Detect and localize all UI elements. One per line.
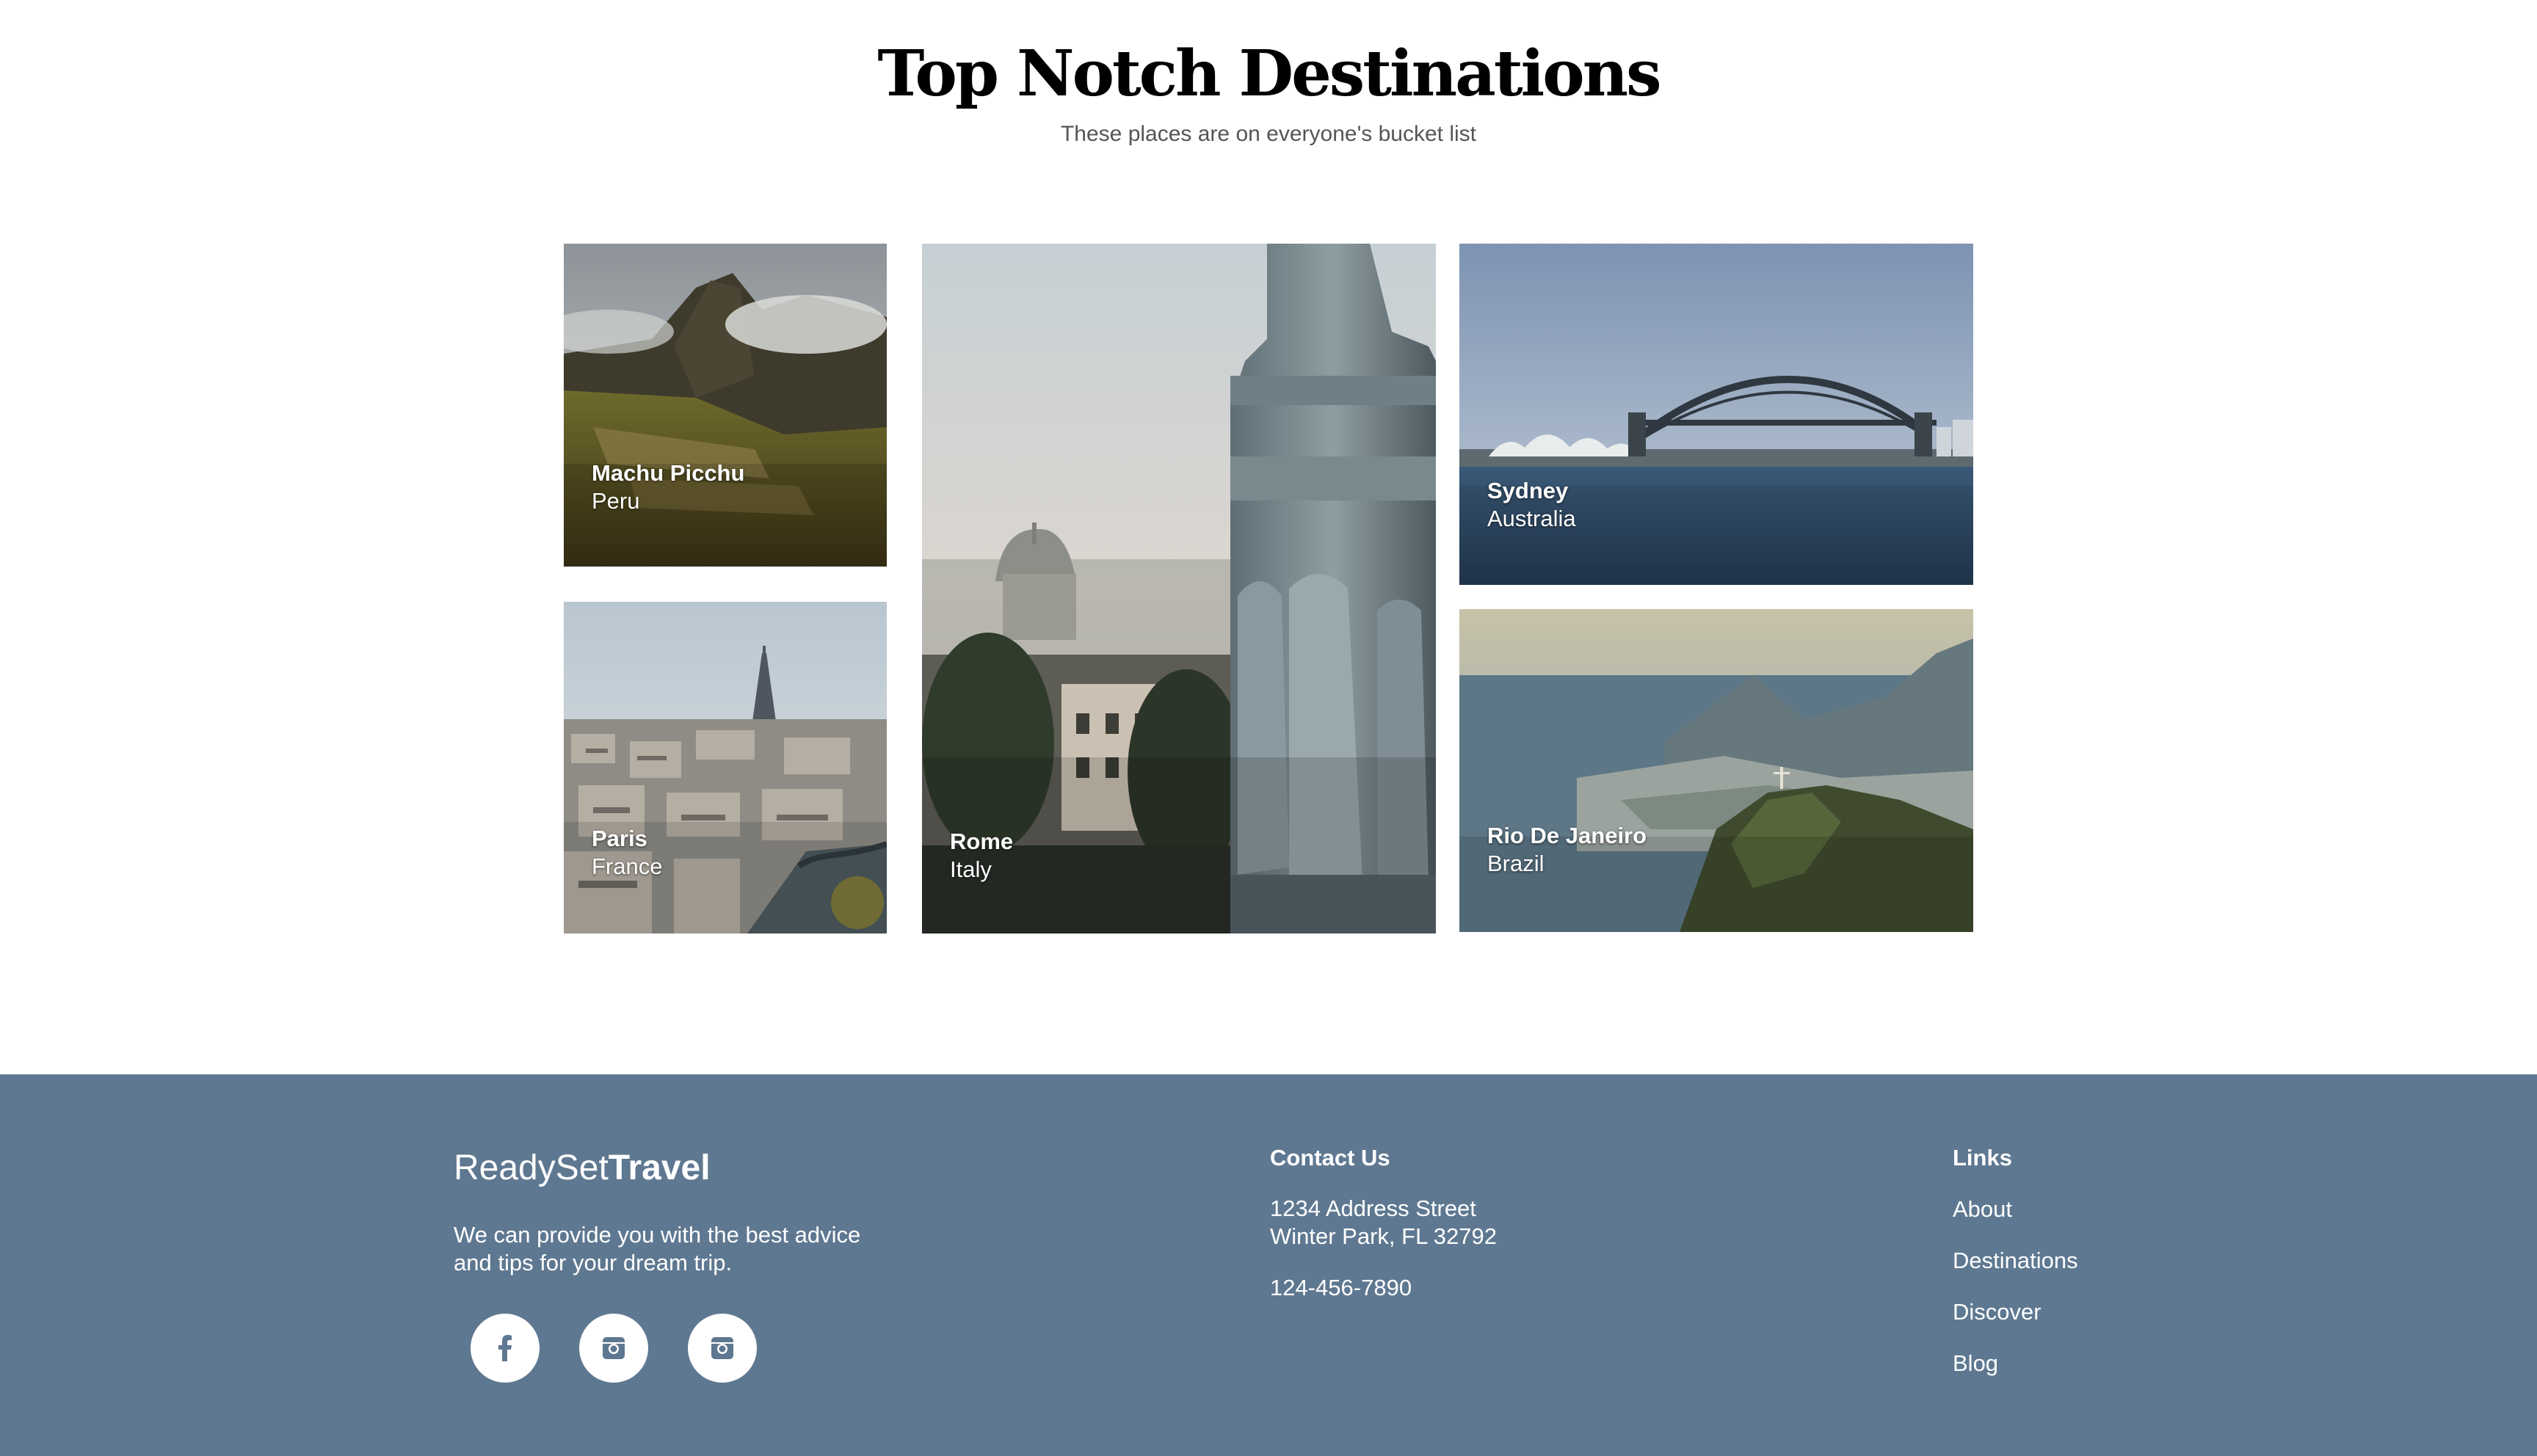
- destination-card-rio-de-janeiro[interactable]: Rio De Janeiro Brazil: [1459, 609, 1973, 932]
- destination-label: Paris France: [592, 825, 662, 881]
- footer-link-destinations[interactable]: Destinations: [1953, 1249, 2078, 1272]
- instagram-button[interactable]: [579, 1314, 648, 1383]
- brand-light: ReadySet: [454, 1149, 609, 1187]
- destination-country: France: [592, 853, 663, 879]
- contact-heading: Contact Us: [1270, 1145, 1390, 1171]
- footer-tagline: We can provide you with the best advice …: [454, 1222, 861, 1275]
- footer-link-discover[interactable]: Discover: [1953, 1300, 2041, 1323]
- footer-brand[interactable]: ReadySetTravel: [454, 1151, 711, 1186]
- facebook-button[interactable]: [471, 1314, 540, 1383]
- footer-link-blog[interactable]: Blog: [1953, 1352, 1998, 1375]
- brand-bold: Travel: [608, 1149, 711, 1187]
- address-line-1: 1234 Address Street: [1270, 1195, 1476, 1221]
- destination-country: Australia: [1487, 506, 1576, 531]
- footer: ReadySetTravel We can provide you with t…: [0, 1074, 2537, 1456]
- instagram-icon: [603, 1337, 625, 1359]
- destination-city: Sydney: [1487, 478, 1569, 503]
- destination-label: Machu Picchu Peru: [592, 459, 744, 515]
- destination-city: Machu Picchu: [592, 460, 745, 486]
- instagram-icon: [711, 1337, 733, 1359]
- destination-card-machu-picchu[interactable]: Machu Picchu Peru: [564, 244, 887, 567]
- destination-city: Rio De Janeiro: [1487, 823, 1647, 848]
- rio-de-janeiro-image: [1459, 609, 1973, 932]
- sydney-image: [1459, 244, 1973, 585]
- address-line-2: Winter Park, FL 32792: [1270, 1223, 1497, 1249]
- destination-city: Paris: [592, 826, 647, 851]
- destination-country: Peru: [592, 488, 640, 514]
- instagram-button[interactable]: [688, 1314, 757, 1383]
- destination-card-paris[interactable]: Paris France: [564, 602, 887, 933]
- destination-country: Italy: [950, 856, 992, 882]
- paris-image: [564, 602, 887, 933]
- machu-picchu-image: [564, 244, 887, 567]
- destination-city: Rome: [950, 829, 1014, 854]
- destination-card-rome[interactable]: Rome Italy: [922, 244, 1436, 933]
- destination-card-sydney[interactable]: Sydney Australia: [1459, 244, 1973, 585]
- page-subtitle: These places are on everyone's bucket li…: [1060, 122, 1477, 146]
- footer-link-about[interactable]: About: [1953, 1198, 2012, 1220]
- links-heading: Links: [1953, 1145, 2012, 1171]
- destination-label: Rome Italy: [950, 828, 1013, 884]
- contact-phone[interactable]: 124-456-7890: [1270, 1274, 1412, 1302]
- destination-label: Sydney Australia: [1487, 477, 1576, 533]
- contact-address: 1234 Address Street Winter Park, FL 3279…: [1270, 1195, 1497, 1251]
- page-title: Top Notch Destinations: [877, 37, 1661, 111]
- facebook-icon: [498, 1335, 512, 1361]
- destination-country: Brazil: [1487, 851, 1545, 876]
- destination-label: Rio De Janeiro Brazil: [1487, 822, 1647, 878]
